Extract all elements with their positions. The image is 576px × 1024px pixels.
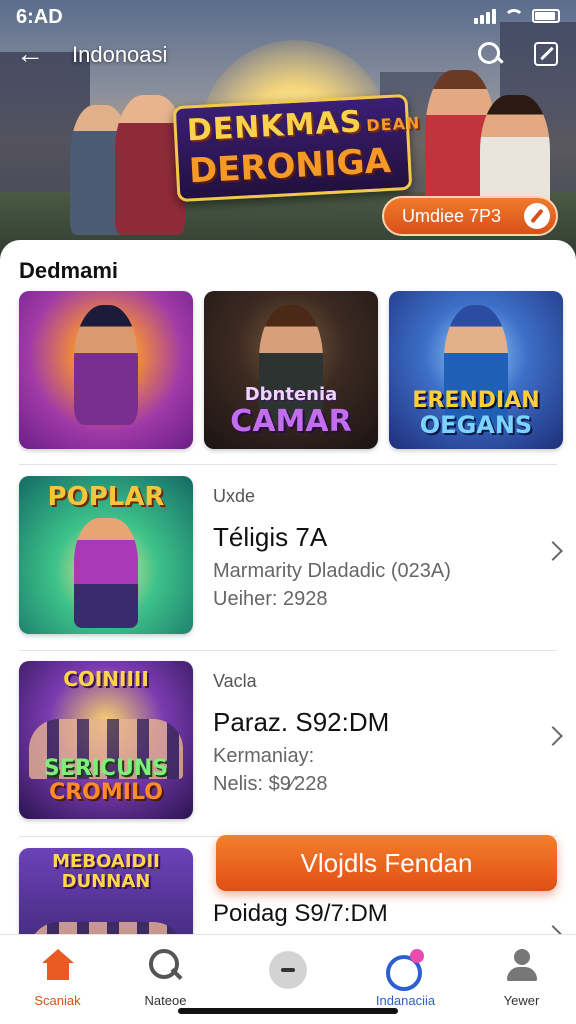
item-subtitle: Kermaniay:: [213, 745, 315, 767]
featured-card[interactable]: [19, 291, 193, 449]
card-logo-line2: OEGANS: [419, 411, 533, 439]
nav-item-profile[interactable]: Yewer: [464, 935, 576, 1024]
featured-card[interactable]: ERENDIAN OEGANS: [389, 291, 563, 449]
profile-icon: [506, 949, 538, 983]
thumb-logo-line1: MEBOAIDII: [52, 851, 160, 872]
thumb-logo-top: COINIIII: [63, 667, 149, 691]
thumb-logo-bottom: SERICUNS CROMILO: [19, 757, 193, 805]
status-time: 6:AD: [16, 6, 63, 28]
page-title: Indonoasi: [72, 42, 168, 67]
card-logo: ERENDIAN OEGANS: [389, 388, 563, 439]
hero-game-logo: DENKMAS DEAN DERONIGA: [172, 93, 421, 203]
hero-title-line2: DERONIGA: [188, 140, 392, 192]
list-item[interactable]: COINIIII SERICUNS CROMILO Vacla Paraz. S…: [19, 661, 563, 823]
status-bar: 6:AD: [0, 0, 576, 34]
hero-banner[interactable]: 6:AD ← Indonoasi DENKMAS DEAN DERONIGA Um…: [0, 0, 576, 262]
thumb-logo: POPLAR: [47, 482, 165, 512]
card-logo-line1: ERENDIAN: [412, 388, 540, 413]
back-arrow-icon[interactable]: ←: [16, 40, 44, 68]
chat-icon: [385, 949, 426, 991]
thumb-logo-line1: SERICUNS: [43, 756, 169, 781]
game-thumbnail: POPLAR: [19, 476, 193, 634]
item-value: Ueiher: 2928: [213, 588, 328, 610]
edit-icon[interactable]: [534, 42, 558, 66]
nav-item-home[interactable]: Scaniak: [0, 935, 115, 1024]
item-value: Nelis: $9⁄228: [213, 773, 328, 795]
app-screen: 6:AD ← Indonoasi DENKMAS DEAN DERONIGA Um…: [0, 0, 576, 1024]
more-icon: [268, 951, 307, 989]
thumb-logo: MEBOAIDII DUNNAN: [19, 852, 193, 892]
divider: [19, 650, 557, 651]
nav-label: Nateoe: [144, 993, 187, 1008]
edit-pen-icon: [524, 203, 550, 229]
hero-action-button[interactable]: Umdiee 7P3: [382, 196, 558, 236]
item-name: Téligis 7A: [213, 522, 328, 552]
primary-cta-button[interactable]: Vlojdls Fendan: [216, 835, 557, 891]
home-icon: [41, 949, 75, 981]
chevron-right-icon[interactable]: [543, 726, 563, 746]
search-icon: [148, 949, 183, 983]
card-logo-line2: CAMAR: [230, 404, 352, 439]
nav-label: Indanaciia: [375, 993, 436, 1008]
nav-label: Yewer: [503, 993, 540, 1008]
wifi-icon: [504, 9, 524, 23]
featured-card[interactable]: Dbntenia CAMAR: [204, 291, 378, 449]
hero-button-label: Umdiee 7P3: [402, 205, 502, 226]
thumb-logo-line2: CROMILO: [49, 780, 163, 805]
game-thumbnail: COINIIII SERICUNS CROMILO: [19, 661, 193, 819]
item-subtitle: Marmarity Dladadic (023A): [213, 560, 451, 582]
item-name: Paraz. S92:DM: [213, 707, 390, 737]
status-icons: [474, 8, 560, 24]
home-indicator: [178, 1008, 398, 1014]
chevron-right-icon[interactable]: [543, 541, 563, 561]
nav-label: Scaniak: [34, 993, 81, 1008]
app-bar: ← Indonoasi: [0, 34, 576, 76]
hero-title-line1: DENKMAS: [186, 104, 364, 149]
item-category: Vacla: [213, 671, 257, 691]
battery-icon: [532, 9, 560, 23]
featured-carousel: Dbntenia CAMAR ERENDIAN OEGANS: [19, 291, 563, 449]
item-name: Poidag S9/7:DM: [213, 900, 388, 927]
thumb-character: [74, 518, 138, 628]
search-icon[interactable]: [478, 42, 504, 68]
section-title: Dedmami: [19, 258, 119, 283]
signal-icon: [474, 8, 496, 24]
item-category: Uxde: [213, 486, 256, 506]
divider: [19, 464, 557, 465]
card-character: [74, 305, 138, 425]
thumb-logo-line2: DUNNAN: [61, 871, 151, 892]
card-logo: Dbntenia CAMAR: [204, 383, 378, 437]
list-item[interactable]: POPLAR Uxde Téligis 7A Marmarity Dladadi…: [19, 476, 563, 638]
hero-title-small: DEAN: [365, 113, 421, 136]
